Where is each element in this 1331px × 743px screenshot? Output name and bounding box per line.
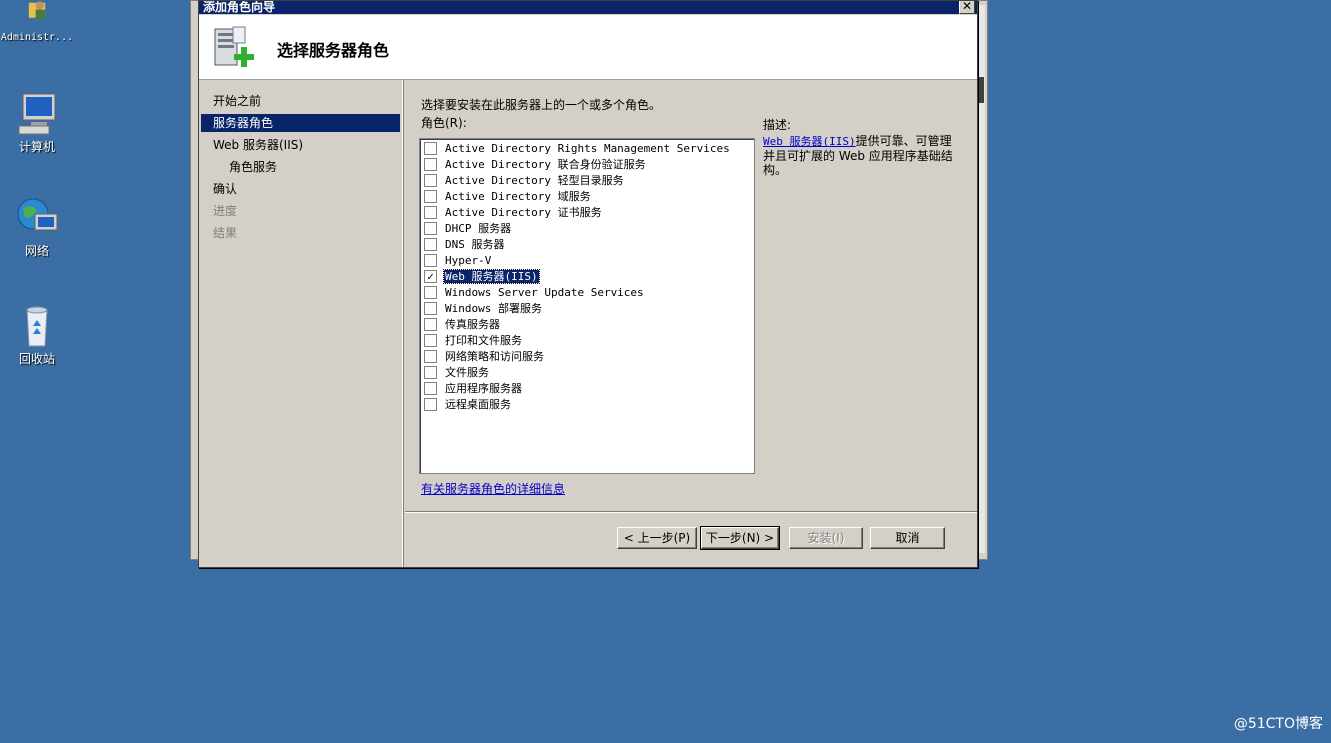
role-item[interactable]: Windows 部署服务: [424, 301, 543, 317]
server-add-role-icon: [214, 26, 254, 67]
nav-item-results: 结果: [213, 226, 238, 240]
desktop-icon-label: 计算机: [18, 140, 55, 154]
role-label: Active Directory 联合身份验证服务: [445, 158, 646, 171]
role-label: 远程桌面服务: [445, 398, 511, 411]
desktop-icon-network[interactable]: 网络: [0, 196, 74, 259]
role-item[interactable]: Active Directory Rights Management Servi…: [424, 141, 731, 157]
role-item[interactable]: Windows Server Update Services: [424, 285, 645, 301]
role-label: Web 服务器(IIS): [443, 269, 540, 284]
computer-icon: [18, 93, 56, 135]
nav-item-progress: 进度: [213, 204, 238, 218]
role-item[interactable]: 文件服务: [424, 365, 490, 381]
wizard-steps-nav: 开始之前 服务器角色 Web 服务器(IIS) 角色服务 确认 进度 结果: [199, 80, 403, 567]
role-label: Active Directory Rights Management Servi…: [445, 142, 730, 155]
role-item[interactable]: 应用程序服务器: [424, 381, 523, 397]
role-checkbox[interactable]: [424, 205, 437, 219]
role-item[interactable]: Active Directory 轻型目录服务: [424, 173, 625, 189]
button-separator: [405, 511, 977, 513]
wizard-content: 选择要安装在此服务器上的一个或多个角色。 角色(R): Active Direc…: [405, 80, 977, 567]
role-checkbox[interactable]: [424, 365, 437, 379]
cancel-button[interactable]: 取消: [870, 527, 945, 549]
more-info-link[interactable]: 有关服务器角色的详细信息: [421, 480, 565, 497]
role-checkbox[interactable]: [424, 317, 437, 331]
roles-listbox[interactable]: Active Directory Rights Management Servi…: [419, 138, 755, 474]
role-label: Windows 部署服务: [445, 302, 542, 315]
role-checkbox[interactable]: [424, 237, 437, 251]
nav-item-confirmation[interactable]: 确认: [201, 180, 400, 198]
role-item[interactable]: DNS 服务器: [424, 237, 506, 253]
role-item[interactable]: Active Directory 证书服务: [424, 205, 603, 221]
previous-button[interactable]: < 上一步(P): [617, 527, 697, 549]
nav-item-web-server-iis[interactable]: Web 服务器(IIS): [201, 136, 400, 154]
nav-item-before-you-begin[interactable]: 开始之前: [201, 92, 400, 110]
desktop-icon-label: 网络: [24, 244, 49, 258]
description-label: 描述:: [763, 118, 792, 132]
role-checkbox[interactable]: [424, 333, 437, 347]
description-text: Web 服务器(IIS)提供可靠、可管理并且可扩展的 Web 应用程序基础结构。: [763, 134, 959, 177]
role-checkbox[interactable]: [424, 221, 437, 235]
role-checkbox[interactable]: [424, 397, 437, 411]
install-button: 安装(I): [789, 527, 863, 549]
role-item[interactable]: DHCP 服务器: [424, 221, 512, 237]
roles-label: 角色(R):: [421, 116, 467, 130]
nav-item-server-roles[interactable]: 服务器角色: [201, 114, 400, 132]
desktop-icon-computer[interactable]: 计算机: [0, 92, 74, 155]
role-item[interactable]: Active Directory 联合身份验证服务: [424, 157, 647, 173]
role-label: DHCP 服务器: [445, 222, 512, 235]
role-item[interactable]: Active Directory 域服务: [424, 189, 592, 205]
desktop-icon-label: 回收站: [18, 352, 55, 366]
role-item[interactable]: 传真服务器: [424, 317, 501, 333]
user-folder-icon: [28, 1, 46, 20]
role-checkbox[interactable]: [424, 381, 437, 395]
role-label: 文件服务: [445, 366, 489, 379]
role-item[interactable]: 网络策略和访问服务: [424, 349, 545, 365]
nav-item-role-services[interactable]: 角色服务: [201, 158, 400, 176]
role-checkbox[interactable]: [424, 173, 437, 187]
role-label: 传真服务器: [445, 318, 500, 331]
desktop-icon-label: Administr...: [0, 32, 74, 43]
dialog-title: 添加角色向导: [203, 1, 276, 14]
dialog-header: 选择服务器角色: [199, 15, 977, 80]
close-button[interactable]: ✕: [959, 1, 975, 14]
role-label: Active Directory 域服务: [445, 190, 591, 203]
dialog-titlebar[interactable]: 添加角色向导 ✕: [199, 1, 977, 14]
add-roles-wizard-dialog: 添加角色向导 ✕ 选择服务器角色 开始之前 服务器角色 Web 服务器(IIS)…: [198, 0, 978, 568]
role-checkbox[interactable]: ✓: [424, 269, 437, 283]
role-label: Hyper-V: [445, 254, 492, 267]
role-checkbox[interactable]: [424, 349, 437, 363]
close-icon: ✕: [961, 1, 973, 13]
role-checkbox[interactable]: [424, 141, 437, 155]
next-button[interactable]: 下一步(N) >: [700, 526, 780, 550]
recycle-bin-icon: [26, 306, 48, 347]
network-globe-icon: [17, 198, 58, 231]
role-label: 网络策略和访问服务: [445, 350, 544, 363]
role-checkbox[interactable]: [424, 301, 437, 315]
role-checkbox[interactable]: [424, 253, 437, 267]
description-link[interactable]: Web 服务器(IIS): [763, 135, 856, 148]
role-item[interactable]: ✓ Web 服务器(IIS): [424, 269, 540, 285]
role-checkbox[interactable]: [424, 189, 437, 203]
role-label: Active Directory 证书服务: [445, 206, 602, 219]
role-label: DNS 服务器: [445, 238, 505, 251]
instruction-text: 选择要安装在此服务器上的一个或多个角色。: [421, 98, 662, 112]
role-label: 应用程序服务器: [445, 382, 522, 395]
role-item[interactable]: Hyper-V: [424, 253, 492, 269]
role-label: Active Directory 轻型目录服务: [445, 174, 624, 187]
watermark: @51CTO博客: [1233, 716, 1323, 732]
role-item[interactable]: 远程桌面服务: [424, 397, 512, 413]
role-item[interactable]: 打印和文件服务: [424, 333, 523, 349]
desktop-icon-administrator[interactable]: Administr...: [0, 0, 74, 43]
role-label: Windows Server Update Services: [445, 286, 644, 299]
desktop-icon-recycle-bin[interactable]: 回收站: [0, 304, 74, 367]
role-checkbox[interactable]: [424, 157, 437, 171]
role-label: 打印和文件服务: [445, 334, 522, 347]
role-checkbox[interactable]: [424, 285, 437, 299]
page-title: 选择服务器角色: [277, 41, 390, 60]
